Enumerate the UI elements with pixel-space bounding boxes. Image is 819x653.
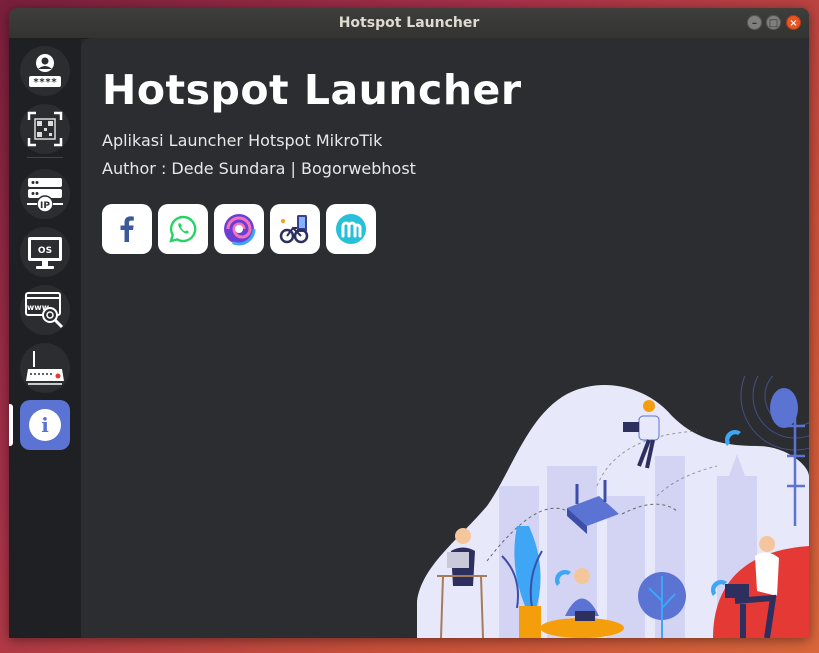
sidebar-item-www-search[interactable]: www	[20, 285, 70, 335]
router-icon	[26, 351, 64, 385]
ip-server-icon: IP	[27, 178, 63, 213]
monitor-os-icon: OS	[28, 237, 62, 269]
facebook-icon	[120, 216, 134, 242]
window-title: Hotspot Launcher	[338, 15, 480, 31]
sidebar: **** IP OS www i	[9, 38, 81, 638]
sidebar-item-info[interactable]: i	[20, 400, 70, 450]
qr-code-icon	[27, 111, 63, 147]
close-button[interactable]: ×	[786, 15, 801, 30]
user-password-icon: ****	[29, 54, 61, 88]
info-icon: i	[29, 409, 61, 441]
page-title: Hotspot Launcher	[102, 66, 522, 114]
bike-app-icon	[279, 215, 309, 244]
title-bar[interactable]: Hotspot Launcher – □ ×	[9, 8, 809, 39]
m-app-icon	[336, 214, 366, 244]
illustration-hotspot	[417, 376, 809, 638]
browser-button[interactable]	[214, 204, 264, 254]
ip-label: IP	[40, 201, 50, 211]
sidebar-item-ip-server[interactable]: IP	[20, 169, 70, 219]
swirl-browser-icon	[222, 212, 256, 246]
www-search-icon: www	[25, 292, 64, 329]
whatsapp-icon	[169, 215, 197, 243]
password-mask-text: ****	[33, 77, 57, 88]
maximize-button[interactable]: □	[766, 15, 781, 30]
info-glyph: i	[41, 413, 49, 437]
app-window: Hotspot Launcher – □ × **** IP OS www i …	[9, 8, 809, 638]
facebook-button[interactable]	[102, 204, 152, 254]
author-line: Author : Dede Sundara | Bogorwebhost	[102, 159, 416, 178]
main-panel: Hotspot Launcher Aplikasi Launcher Hotsp…	[81, 38, 809, 638]
m-app-button[interactable]	[326, 204, 376, 254]
app-description: Aplikasi Launcher Hotspot MikroTik	[102, 131, 383, 150]
minimize-button[interactable]: –	[747, 15, 762, 30]
sidebar-item-qr-code[interactable]	[20, 104, 70, 154]
sidebar-divider	[27, 157, 63, 158]
whatsapp-button[interactable]	[158, 204, 208, 254]
os-label: OS	[38, 246, 52, 256]
sidebar-item-user-login[interactable]: ****	[20, 46, 70, 96]
bike-app-button[interactable]	[270, 204, 320, 254]
sidebar-item-os[interactable]: OS	[20, 227, 70, 277]
sidebar-item-router[interactable]	[20, 343, 70, 393]
active-indicator	[9, 404, 13, 446]
